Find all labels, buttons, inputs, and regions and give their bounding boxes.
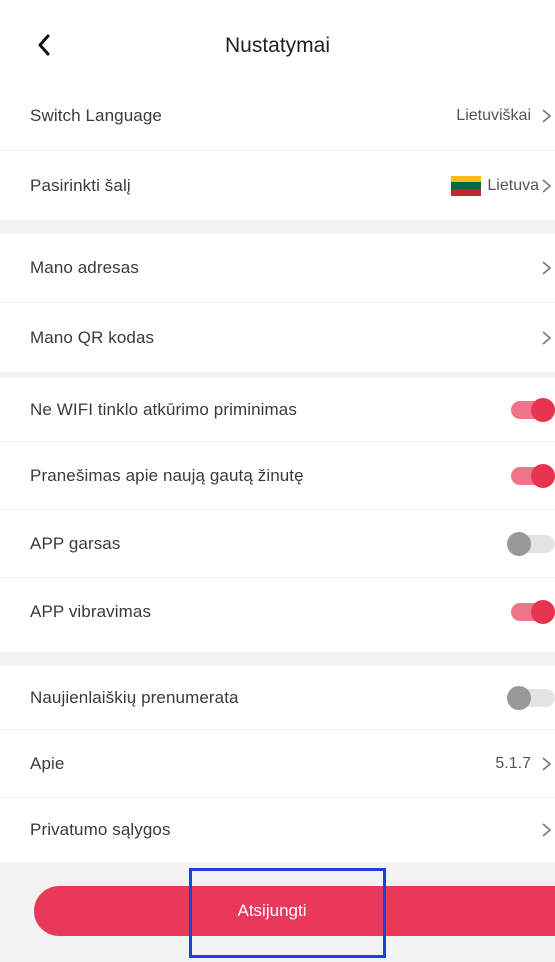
row-right: Lietuva [451,151,555,220]
row-label: Naujienlaiškių prenumerata [30,687,239,707]
section-divider [0,220,555,234]
row-right [541,234,555,302]
logout-area: Atsijungti [0,862,555,962]
row-privacy-terms[interactable]: Privatumo sąlygos [0,798,555,862]
newsletter-toggle[interactable] [507,684,555,712]
chevron-right-icon [542,261,552,275]
logout-button[interactable]: Atsijungti [34,886,555,936]
section-account: Mano adresas Mano QR kodas [0,234,555,372]
row-right [541,798,555,862]
toggle-knob [531,600,555,624]
row-label: Pranešimas apie naują gautą žinutę [30,465,304,485]
row-app-vibration: APP vibravimas [0,578,555,646]
row-label: Mano adresas [30,258,139,277]
row-label: Apie [30,753,65,773]
toggle-knob [507,685,531,710]
row-right: Lietuviškai [456,82,555,150]
row-label: APP garsas [30,533,121,553]
language-value: Lietuviškai [456,107,531,124]
row-my-qr-code[interactable]: Mano QR kodas [0,303,555,372]
section-about: Naujienlaiškių prenumerata Apie 5.1.7 Pr… [0,666,555,862]
chevron-right-icon [542,178,552,193]
row-label: Mano QR kodas [30,327,155,347]
header-bar: Nustatymai [0,0,555,82]
chevron-right-icon [542,756,552,771]
row-label: Switch Language [30,106,162,125]
row-label: APP vibravimas [30,602,152,621]
lithuania-flag-icon [451,175,482,196]
row-newsletter: Naujienlaiškių prenumerata [0,666,555,730]
row-switch-language[interactable]: Switch Language Lietuviškai [0,82,555,151]
row-new-message-notification: Pranešimas apie naują gautą žinutę [0,442,555,510]
new-message-toggle[interactable] [507,462,555,490]
row-label: Privatumo sąlygos [30,820,171,839]
toggle-knob [531,463,555,488]
row-label: Pasirinkti šalį [30,175,131,195]
row-label: Ne WIFI tinklo atkūrimo priminimas [30,399,297,419]
country-value: Lietuva [487,176,539,194]
row-right: 5.1.7 [495,730,555,797]
row-my-address[interactable]: Mano adresas [0,234,555,303]
row-app-sound: APP garsas [0,510,555,578]
app-vibration-toggle[interactable] [507,598,555,626]
chevron-right-icon [542,109,552,123]
app-sound-toggle[interactable] [507,530,555,558]
toggle-knob [531,397,555,422]
chevron-right-icon [542,330,552,345]
row-right [541,303,555,372]
section-general: Switch Language Lietuviškai Pasirinkti š… [0,82,555,220]
row-about[interactable]: Apie 5.1.7 [0,730,555,798]
page-title: Nustatymai [224,34,331,57]
wifi-reminder-toggle[interactable] [507,396,555,424]
version-value: 5.1.7 [495,754,531,772]
section-notifications: Ne WIFI tinklo atkūrimo priminimas Prane… [0,378,555,646]
row-wifi-reminder: Ne WIFI tinklo atkūrimo priminimas [0,378,555,442]
section-divider [0,652,555,666]
chevron-right-icon [542,823,552,837]
row-select-country[interactable]: Pasirinkti šalį Lietuva [0,151,555,220]
toggle-knob [507,531,531,556]
